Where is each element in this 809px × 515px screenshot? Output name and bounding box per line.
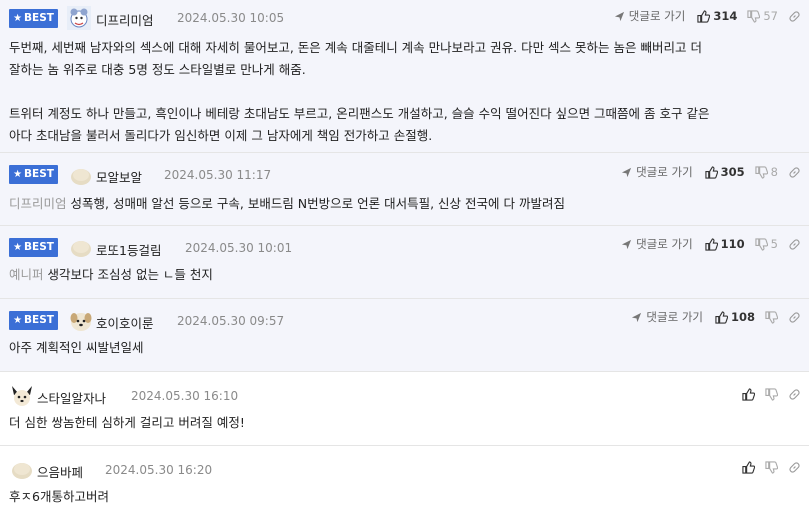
comment-date: 2024.05.30 10:05 bbox=[177, 11, 285, 25]
avatar[interactable] bbox=[67, 6, 91, 30]
link-icon bbox=[789, 238, 800, 250]
thumbs-up-icon bbox=[705, 165, 718, 179]
reply-link[interactable]: 댓글로 가기 bbox=[621, 236, 693, 252]
upvote-button[interactable]: 314 bbox=[697, 9, 737, 23]
comment-item: ★ BEST 로또1등걸림 2024.05.30 10:01 댓글로 가기 110… bbox=[0, 226, 809, 299]
thumbs-down-icon bbox=[765, 460, 778, 474]
arrow-icon bbox=[622, 239, 632, 249]
comment-item: 스타일알자나 2024.05.30 16:10 더 심한 쌍놈한테 심하게 걸리… bbox=[0, 372, 809, 446]
avatar[interactable] bbox=[69, 236, 93, 260]
link-button[interactable] bbox=[788, 388, 801, 401]
link-button[interactable] bbox=[788, 166, 801, 179]
author-name[interactable]: 호이호이룬 bbox=[96, 313, 154, 332]
comment-actions: 댓글로 가기 305 8 bbox=[611, 162, 801, 182]
author-name[interactable]: 로또1등걸림 bbox=[96, 240, 161, 259]
comment-body: 두번째, 세번째 남자와의 섹스에 대해 자세히 물어보고, 돈은 계속 대줄테… bbox=[9, 40, 710, 143]
thumbs-down-icon bbox=[747, 9, 761, 23]
thumbs-up-icon bbox=[715, 310, 728, 324]
link-icon bbox=[789, 311, 800, 323]
link-button[interactable] bbox=[788, 311, 801, 324]
star-icon: ★ bbox=[13, 169, 23, 180]
comment-item: ★ BEST 모알보알 2024.05.30 11:17 댓글로 가기 305 8… bbox=[0, 153, 809, 226]
thumbs-down-icon bbox=[755, 165, 768, 179]
avatar[interactable] bbox=[10, 384, 34, 408]
avatar[interactable] bbox=[69, 164, 93, 188]
link-button[interactable] bbox=[788, 238, 801, 251]
link-icon bbox=[789, 388, 800, 400]
author-name[interactable]: 으음바페 bbox=[37, 462, 83, 481]
best-badge: ★ BEST bbox=[9, 238, 58, 257]
reply-link[interactable]: 댓글로 가기 bbox=[614, 8, 685, 24]
star-icon: ★ bbox=[13, 315, 23, 326]
upvote-button[interactable]: 110 bbox=[705, 237, 745, 251]
comment-date: 2024.05.30 16:20 bbox=[105, 463, 213, 477]
comment-body: 후ㅈ6개통하고버려 bbox=[9, 489, 109, 504]
reply-link[interactable]: 댓글로 가기 bbox=[621, 164, 693, 180]
thumbs-up-icon bbox=[742, 460, 755, 474]
comment-actions: 댓글로 가기 110 5 bbox=[611, 234, 801, 254]
thumbs-up-icon bbox=[697, 9, 711, 23]
comment-date: 2024.05.30 10:01 bbox=[185, 241, 293, 255]
comment-date: 2024.05.30 09:57 bbox=[177, 314, 285, 328]
upvote-button[interactable]: 108 bbox=[715, 310, 755, 324]
mention-name[interactable]: 예니퍼 bbox=[9, 267, 44, 282]
thumbs-down-icon bbox=[755, 237, 768, 251]
author-name[interactable]: 모알보알 bbox=[96, 167, 142, 186]
link-button[interactable] bbox=[788, 461, 801, 474]
comment-body: 예니퍼 생각보다 조심성 없는 ㄴ들 천지 bbox=[9, 267, 213, 282]
arrow-icon bbox=[614, 11, 624, 21]
star-icon: ★ bbox=[13, 242, 23, 253]
comment-date: 2024.05.30 11:17 bbox=[164, 168, 272, 182]
comment-actions: 댓글로 가기 108 bbox=[621, 307, 801, 327]
arrow-icon bbox=[632, 312, 642, 322]
comment-actions: 댓글로 가기 314 57 bbox=[604, 6, 801, 26]
downvote-button[interactable] bbox=[765, 460, 778, 474]
mention-name[interactable]: 디프리미엄 bbox=[9, 196, 67, 211]
comment-body: 디프리미엄 성폭행, 성매매 알선 등으로 구속, 보배드림 N번방으로 언론 대… bbox=[9, 196, 565, 211]
best-badge: ★ BEST bbox=[9, 311, 58, 330]
link-icon bbox=[789, 461, 800, 473]
upvote-button[interactable]: 305 bbox=[705, 165, 745, 179]
link-icon bbox=[789, 10, 800, 22]
thumbs-down-icon bbox=[765, 387, 778, 401]
comment-item: ★ BEST 디프리미엄 2024.05.30 10:05 댓글로 가기 314 … bbox=[0, 0, 809, 153]
avatar[interactable] bbox=[69, 309, 93, 333]
author-name[interactable]: 디프리미엄 bbox=[96, 10, 154, 29]
author-name[interactable]: 스타일알자나 bbox=[37, 388, 106, 407]
downvote-button[interactable] bbox=[765, 310, 778, 324]
upvote-button[interactable] bbox=[742, 387, 755, 401]
comment-item: 으음바페 2024.05.30 16:20 후ㅈ6개통하고버려 bbox=[0, 446, 809, 515]
downvote-button[interactable]: 8 bbox=[755, 165, 778, 179]
comment-body: 아주 계획적인 씨발년일세 bbox=[9, 340, 144, 355]
link-button[interactable] bbox=[788, 10, 801, 23]
link-icon bbox=[789, 166, 800, 178]
comment-item: ★ BEST 호이호이룬 2024.05.30 09:57 댓글로 가기 108 … bbox=[0, 299, 809, 372]
avatar[interactable] bbox=[10, 458, 34, 482]
upvote-button[interactable] bbox=[742, 460, 755, 474]
comment-date: 2024.05.30 16:10 bbox=[131, 389, 239, 403]
comment-actions bbox=[732, 384, 801, 404]
best-badge: ★ BEST bbox=[9, 9, 58, 28]
best-badge: ★ BEST bbox=[9, 165, 58, 184]
comment-body: 더 심한 쌍놈한테 심하게 걸리고 버려질 예정! bbox=[9, 415, 245, 430]
star-icon: ★ bbox=[13, 13, 23, 24]
arrow-icon bbox=[622, 167, 632, 177]
downvote-button[interactable] bbox=[765, 387, 778, 401]
thumbs-up-icon bbox=[705, 237, 718, 251]
thumbs-down-icon bbox=[765, 310, 778, 324]
downvote-button[interactable]: 5 bbox=[755, 237, 778, 251]
downvote-button[interactable]: 57 bbox=[747, 9, 778, 23]
thumbs-up-icon bbox=[742, 387, 755, 401]
reply-link[interactable]: 댓글로 가기 bbox=[631, 309, 703, 325]
comment-actions bbox=[732, 457, 801, 477]
